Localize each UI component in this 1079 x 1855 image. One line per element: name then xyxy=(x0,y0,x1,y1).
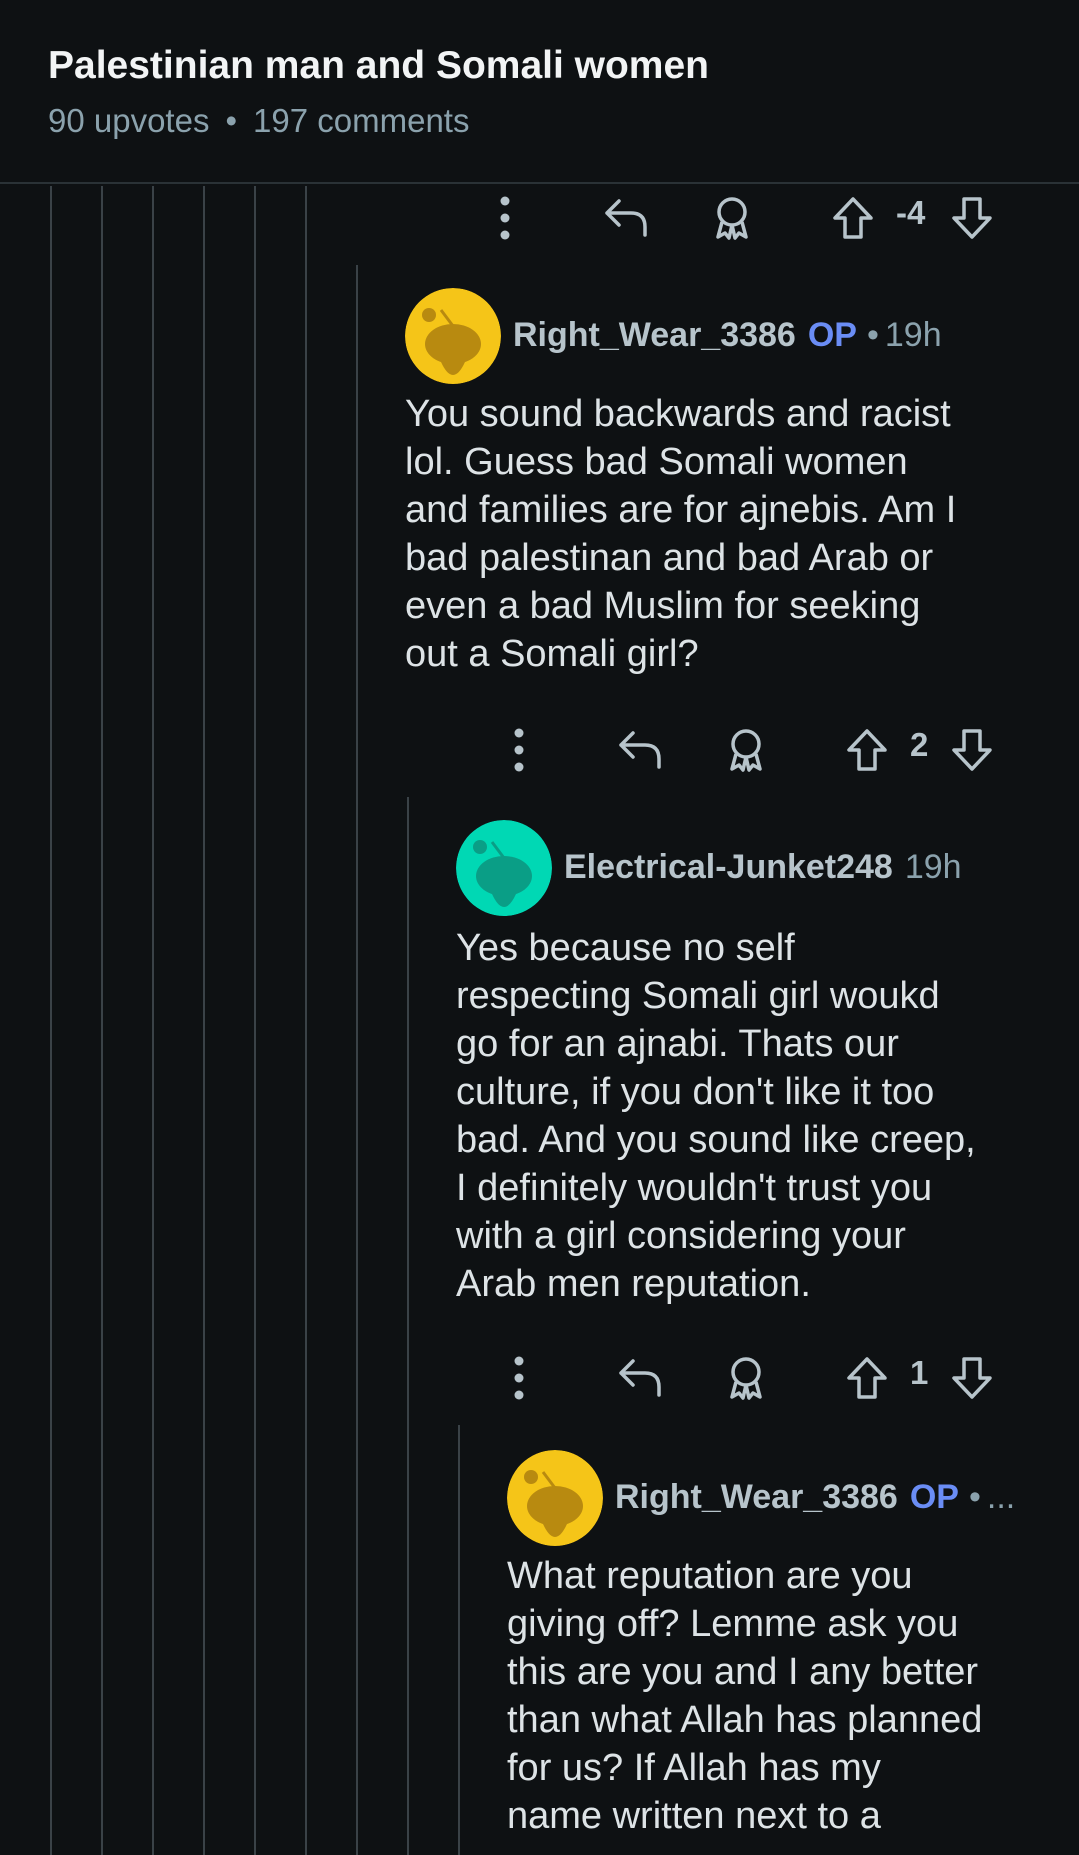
award-icon xyxy=(730,729,762,772)
meta-separator: • xyxy=(225,102,238,139)
post-title[interactable]: Palestinian man and Somali women xyxy=(48,44,709,88)
comment-body-line: What reputation are you xyxy=(507,1555,913,1597)
reply-icon xyxy=(605,199,647,237)
more-options-icon xyxy=(500,196,510,240)
comment-body-line: giving off? Lemme ask you xyxy=(507,1603,959,1645)
comment-time: ... xyxy=(986,1478,1016,1516)
comment-body: You sound backwards and racist lol. Gues… xyxy=(405,390,956,678)
upvote-button[interactable] xyxy=(842,720,892,780)
reply-button[interactable] xyxy=(614,1348,666,1408)
comment-author[interactable]: Right_Wear_3386 xyxy=(513,316,796,354)
downvote-icon xyxy=(952,729,992,771)
comment-body: What reputation are you giving off? Lemm… xyxy=(507,1552,982,1840)
downvote-icon xyxy=(952,197,992,239)
comment-meta: Right_Wear_3386 OP •... xyxy=(615,1478,1015,1517)
comment-count: 197 comments xyxy=(253,102,470,139)
thread-line[interactable] xyxy=(407,797,409,1855)
downvote-button[interactable] xyxy=(947,1348,997,1408)
upvote-button[interactable] xyxy=(842,1348,892,1408)
comment-body-line: bad. And you sound like creep, xyxy=(456,1119,976,1161)
snoo-avatar-icon xyxy=(456,820,552,916)
thread-line[interactable] xyxy=(203,186,205,1855)
vote-score: 2 xyxy=(910,726,929,763)
more-options-icon xyxy=(514,1356,524,1400)
comment-author[interactable]: Electrical-Junket248 xyxy=(564,848,893,886)
meta-separator: • xyxy=(866,316,879,354)
reply-button[interactable] xyxy=(600,188,652,248)
snoo-avatar-icon xyxy=(507,1450,603,1546)
post-meta: 90 upvotes • 197 comments xyxy=(48,102,469,140)
comment-body-line: even a bad Muslim for seeking xyxy=(405,585,921,627)
award-button[interactable] xyxy=(706,188,758,248)
award-icon xyxy=(730,1357,762,1400)
thread-line[interactable] xyxy=(356,265,358,1855)
comment-time: 19h xyxy=(884,316,942,354)
comment: Right_Wear_3386 OP •... What reputation ar… xyxy=(507,1450,1067,1855)
op-badge: OP xyxy=(807,316,857,354)
user-avatar[interactable] xyxy=(456,820,552,916)
comment-author[interactable]: Right_Wear_3386 xyxy=(615,1478,898,1516)
thread-line[interactable] xyxy=(152,186,154,1855)
comment-body-line: this are you and I any better xyxy=(507,1651,979,1693)
user-avatar[interactable] xyxy=(405,288,501,384)
user-avatar[interactable] xyxy=(507,1450,603,1546)
comment-body-line: out a Somali girl? xyxy=(405,633,699,675)
upvote-icon xyxy=(847,729,887,771)
more-options-button[interactable] xyxy=(499,720,539,780)
more-options-icon xyxy=(514,728,524,772)
reply-icon xyxy=(619,731,661,769)
upvote-button[interactable] xyxy=(828,188,878,248)
comment-body-line: Yes because no self xyxy=(456,927,795,969)
comment-body-line: lol. Guess bad Somali women xyxy=(405,441,908,483)
post-header: Palestinian man and Somali women 90 upvo… xyxy=(0,0,1079,184)
comment-body: Yes because no self respecting Somali gi… xyxy=(456,924,976,1308)
upvote-icon xyxy=(847,1357,887,1399)
thread-line[interactable] xyxy=(101,186,103,1855)
comment-body-line: You sound backwards and racist xyxy=(405,393,951,435)
comment-body-line: name written next to a xyxy=(507,1795,881,1837)
comment-action-bar: -4 xyxy=(0,188,1079,248)
comment-body-line: and families are for ajnebis. Am I xyxy=(405,489,957,531)
more-options-button[interactable] xyxy=(499,1348,539,1408)
comment-body-line: culture, if you don't like it too xyxy=(456,1071,935,1113)
thread-line[interactable] xyxy=(305,186,307,1855)
comment-body-line: Arab men reputation. xyxy=(456,1263,811,1305)
comment: Electrical-Junket248 19h Yes because no s… xyxy=(456,820,1056,1320)
comment-meta: Electrical-Junket248 19h xyxy=(564,848,962,887)
comment-action-bar: 1 xyxy=(0,1348,1079,1408)
vote-score: -4 xyxy=(896,194,926,231)
comment-action-bar: 2 xyxy=(0,720,1079,780)
comment-body-line: bad palestinan and bad Arab or xyxy=(405,537,934,579)
comment-body-line: for us? If Allah has my xyxy=(507,1747,881,1789)
reply-button[interactable] xyxy=(614,720,666,780)
reply-icon xyxy=(619,1359,661,1397)
meta-separator: • xyxy=(968,1478,981,1516)
thread-line[interactable] xyxy=(458,1425,460,1855)
vote-score: 1 xyxy=(910,1354,929,1391)
downvote-button[interactable] xyxy=(947,720,997,780)
comment-body-line: I definitely wouldn't trust you xyxy=(456,1167,933,1209)
comment-body-line: go for an ajnabi. Thats our xyxy=(456,1023,899,1065)
award-button[interactable] xyxy=(720,1348,772,1408)
upvote-icon xyxy=(833,197,873,239)
comment: Right_Wear_3386 OP • 19h You sound backward… xyxy=(405,288,1045,688)
snoo-avatar-icon xyxy=(405,288,501,384)
upvote-count: 90 upvotes xyxy=(48,102,210,139)
comment-body-line: respecting Somali girl woukd xyxy=(456,975,940,1017)
thread-line[interactable] xyxy=(254,186,256,1855)
thread-line[interactable] xyxy=(50,186,52,1855)
comment-body-line: with a girl considering your xyxy=(456,1215,906,1257)
op-badge: OP xyxy=(909,1478,959,1516)
more-options-button[interactable] xyxy=(485,188,525,248)
downvote-icon xyxy=(952,1357,992,1399)
award-icon xyxy=(716,197,748,240)
award-button[interactable] xyxy=(720,720,772,780)
downvote-button[interactable] xyxy=(947,188,997,248)
comment-meta: Right_Wear_3386 OP • 19h xyxy=(513,316,942,355)
comment-body-line: than what Allah has planned xyxy=(507,1699,983,1741)
comment-time: 19h xyxy=(904,848,962,886)
